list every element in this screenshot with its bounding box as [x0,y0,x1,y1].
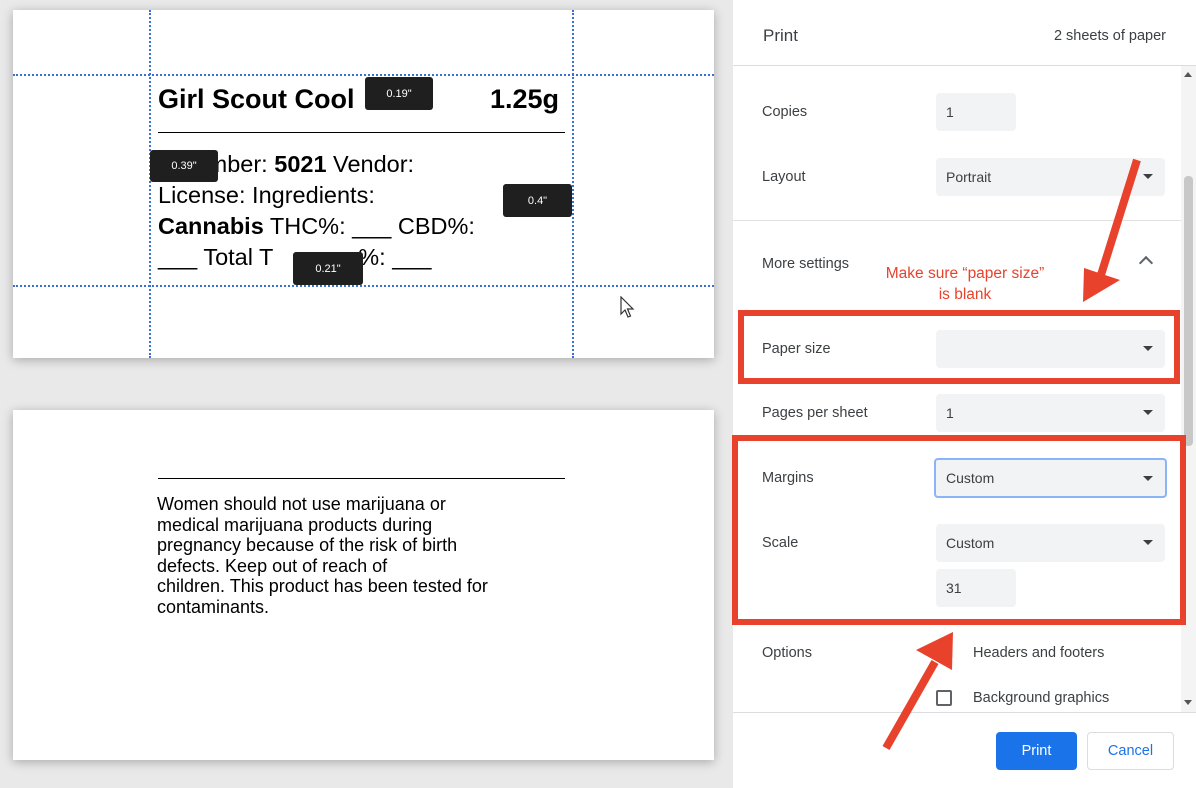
annotation-note: Make sure “paper size” is blank [860,263,1070,305]
label-line4: ___ Total T [158,244,274,270]
label-ingredient: Cannabis [158,213,264,239]
top-margin-tooltip: 0.19" [365,77,433,110]
chevron-up-icon[interactable] [1138,255,1154,271]
annotation-line-1: Make sure “paper size” [885,265,1045,282]
bottom-margin-guide[interactable] [13,285,714,287]
section-divider [733,220,1182,221]
scrollbar-thumb[interactable] [1184,176,1193,446]
preview-sheet-1: Girl Scout Cool 1.25g n Number: 5021 Ven… [13,10,714,358]
panel-footer: Print Cancel [733,712,1196,788]
warning-line: defects. Keep out of reach of [157,555,388,576]
warning-line: children. This product has been tested f… [157,576,488,596]
layout-value: Portrait [946,169,992,185]
label-line3-post: THC%: ___ CBD%: [263,213,475,239]
preview-sheet-2: Women should not use marijuana or medica… [13,410,714,760]
more-settings-toggle[interactable]: More settings [762,256,849,272]
warning-line: contaminants. [157,596,270,617]
margins-scale-highlight-box [732,435,1186,625]
cancel-button[interactable]: Cancel [1087,732,1174,770]
panel-header: Print 2 sheets of paper [733,0,1196,66]
scroll-up-icon[interactable] [1184,72,1192,77]
sheet-count: 2 sheets of paper [1053,28,1166,44]
pages-per-sheet-value: 1 [946,405,954,421]
copies-label: Copies [762,104,808,120]
label-line1-post: Vendor: [326,151,415,177]
label-divider [158,132,565,133]
headers-footers-label[interactable]: Headers and footers [973,645,1104,661]
print-button[interactable]: Print [996,732,1077,770]
warning-divider [158,478,565,479]
left-margin-guide[interactable] [149,10,151,358]
warning-line: pregnancy because of the risk of birth [157,535,458,555]
warning-line: medical marijuana products during [157,514,433,535]
top-margin-guide[interactable] [13,74,714,76]
options-label: Options [762,645,812,661]
label-batch-number: 5021 [274,151,327,177]
chevron-down-icon [1143,410,1153,415]
bottom-margin-tooltip: 0.21" [293,252,363,285]
print-preview-area: Girl Scout Cool 1.25g n Number: 5021 Ven… [0,0,733,788]
paper-size-highlight-box [738,310,1180,384]
copies-input[interactable]: 1 [936,93,1016,131]
left-margin-tooltip: 0.39" [150,150,218,182]
background-graphics-label[interactable]: Background graphics [973,690,1109,706]
print-settings-panel: Print 2 sheets of paper Copies 1 Layout … [733,0,1196,788]
label-weight: 1.25g [490,84,560,114]
right-margin-tooltip: 0.4" [503,184,572,217]
right-margin-guide[interactable] [572,10,574,358]
layout-select[interactable]: Portrait [936,158,1165,196]
scroll-down-icon[interactable] [1184,700,1192,705]
chevron-down-icon [1143,174,1153,179]
pages-per-sheet-label: Pages per sheet [762,405,868,421]
mouse-cursor-icon [620,296,635,318]
label-product-title: Girl Scout Cool [158,84,355,114]
panel-title: Print [763,26,798,45]
pages-per-sheet-select[interactable]: 1 [936,394,1165,432]
warning-line: Women should not use marijuana or [157,494,446,514]
layout-label: Layout [762,169,806,185]
background-graphics-checkbox[interactable] [936,690,952,706]
warning-text: Women should not use marijuana or medica… [157,494,577,617]
annotation-line-2: is blank [938,286,992,303]
